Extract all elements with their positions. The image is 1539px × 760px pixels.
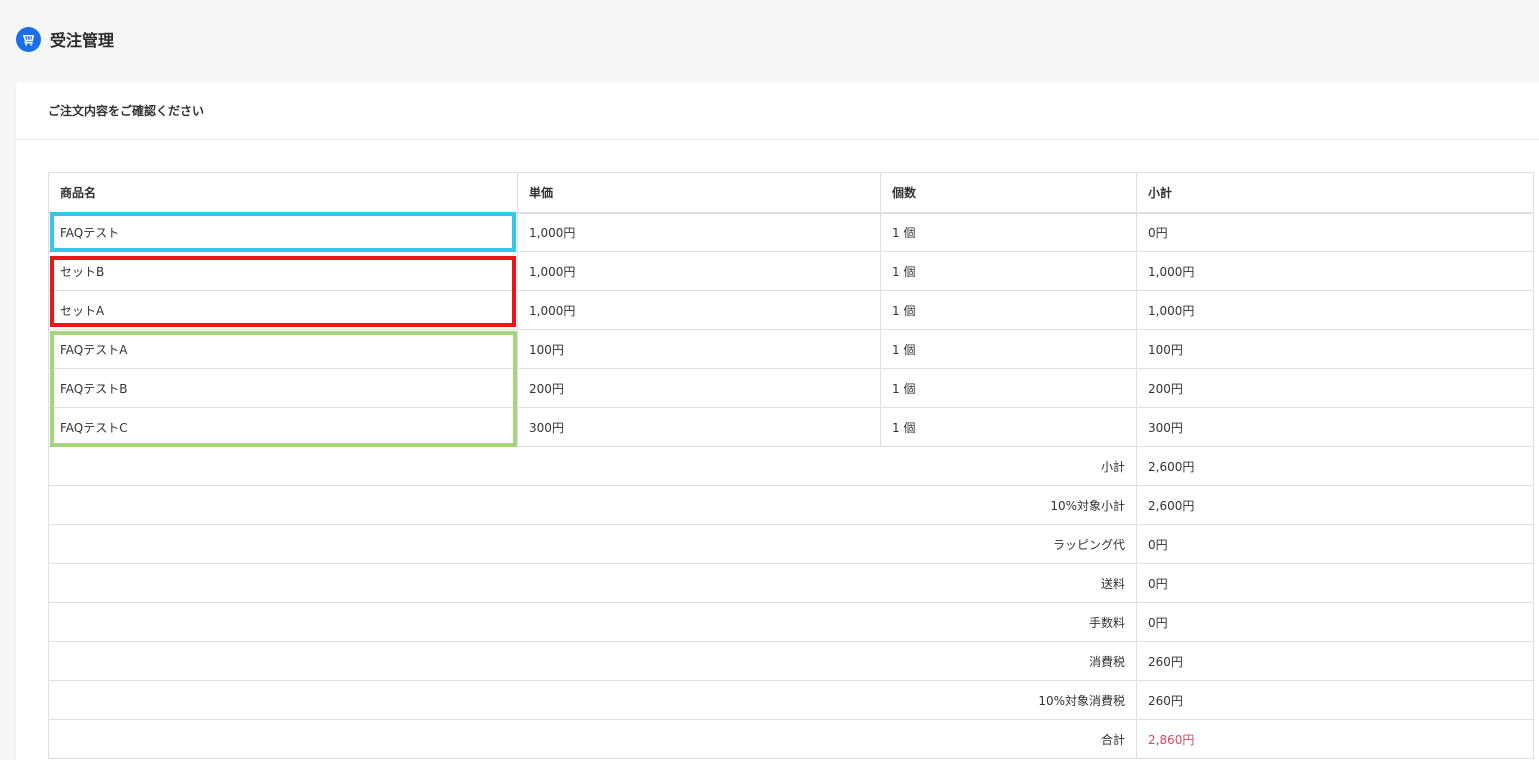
summary-row: 小計 2,600円 xyxy=(48,446,1534,486)
summary-value: 260円 xyxy=(1136,680,1534,720)
table-row: FAQテストB 200円 1 個 200円 xyxy=(48,368,1534,408)
cart-icon xyxy=(16,26,41,52)
total-value: 2,860円 xyxy=(1136,719,1534,759)
product-name: セットA xyxy=(48,290,518,330)
column-header-unit-price: 単価 xyxy=(517,172,881,214)
line-subtotal: 100円 xyxy=(1136,329,1534,369)
unit-price: 100円 xyxy=(517,329,881,369)
quantity: 1 個 xyxy=(880,368,1137,408)
line-subtotal: 1,000円 xyxy=(1136,290,1534,330)
card-heading: ご注文内容をご確認ください xyxy=(16,82,1539,140)
table-row: FAQテストC 300円 1 個 300円 xyxy=(48,407,1534,447)
unit-price: 1,000円 xyxy=(517,290,881,330)
quantity: 1 個 xyxy=(880,290,1137,330)
unit-price: 1,000円 xyxy=(517,251,881,291)
product-name: FAQテストB xyxy=(48,368,518,408)
product-name: セットB xyxy=(48,251,518,291)
summary-label: 10%対象小計 xyxy=(48,485,1137,525)
summary-row: 10%対象小計 2,600円 xyxy=(48,485,1534,525)
quantity: 1 個 xyxy=(880,212,1137,252)
total-label: 合計 xyxy=(48,719,1137,759)
line-subtotal: 1,000円 xyxy=(1136,251,1534,291)
summary-row: 消費税 260円 xyxy=(48,641,1534,681)
total-row: 合計 2,860円 xyxy=(48,719,1534,759)
line-subtotal: 300円 xyxy=(1136,407,1534,447)
unit-price: 200円 xyxy=(517,368,881,408)
table-header-row: 商品名 単価 個数 小計 xyxy=(48,172,1534,214)
table-row: セットB 1,000円 1 個 1,000円 xyxy=(48,251,1534,291)
unit-price: 300円 xyxy=(517,407,881,447)
summary-value: 260円 xyxy=(1136,641,1534,681)
column-header-quantity: 個数 xyxy=(880,172,1137,214)
summary-row: 送料 0円 xyxy=(48,563,1534,603)
order-table: 商品名 単価 個数 小計 FAQテスト 1,000円 1 個 0円 セットB 1… xyxy=(48,172,1534,759)
page-title: 受注管理 xyxy=(50,31,115,50)
product-name: FAQテストA xyxy=(48,329,518,369)
column-header-subtotal: 小計 xyxy=(1136,172,1534,214)
column-header-product: 商品名 xyxy=(48,172,518,214)
quantity: 1 個 xyxy=(880,251,1137,291)
line-subtotal: 200円 xyxy=(1136,368,1534,408)
table-row: FAQテストA 100円 1 個 100円 xyxy=(48,329,1534,369)
summary-label: 小計 xyxy=(48,446,1137,486)
summary-row: 10%対象消費税 260円 xyxy=(48,680,1534,720)
quantity: 1 個 xyxy=(880,329,1137,369)
order-confirmation-card: ご注文内容をご確認ください 商品名 単価 個数 小計 FAQテスト 1,000円… xyxy=(16,82,1539,760)
table-row: セットA 1,000円 1 個 1,000円 xyxy=(48,290,1534,330)
summary-value: 2,600円 xyxy=(1136,446,1534,486)
summary-label: ラッピング代 xyxy=(48,524,1137,564)
page-header: 受注管理 xyxy=(16,26,114,52)
line-subtotal: 0円 xyxy=(1136,212,1534,252)
product-name: FAQテスト xyxy=(48,212,518,252)
unit-price: 1,000円 xyxy=(517,212,881,252)
summary-value: 0円 xyxy=(1136,524,1534,564)
summary-label: 10%対象消費税 xyxy=(48,680,1137,720)
quantity: 1 個 xyxy=(880,407,1137,447)
summary-label: 送料 xyxy=(48,563,1137,603)
summary-row: 手数料 0円 xyxy=(48,602,1534,642)
table-row: FAQテスト 1,000円 1 個 0円 xyxy=(48,212,1534,252)
summary-value: 0円 xyxy=(1136,602,1534,642)
product-name: FAQテストC xyxy=(48,407,518,447)
summary-value: 0円 xyxy=(1136,563,1534,603)
summary-label: 消費税 xyxy=(48,641,1137,681)
summary-row: ラッピング代 0円 xyxy=(48,524,1534,564)
summary-value: 2,600円 xyxy=(1136,485,1534,525)
summary-label: 手数料 xyxy=(48,602,1137,642)
